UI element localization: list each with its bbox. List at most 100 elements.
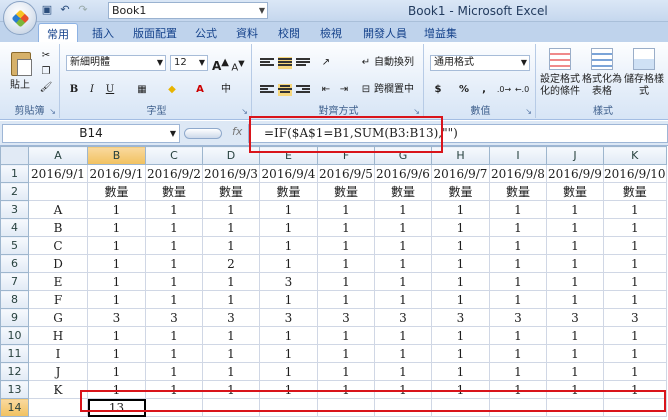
cell-j7[interactable]: 1	[546, 272, 604, 291]
increase-indent-icon[interactable]: ⇥	[336, 82, 352, 98]
cell-c4[interactable]: 1	[145, 218, 203, 237]
tab-view[interactable]: 檢視	[320, 25, 342, 41]
merge-center-button[interactable]: 跨欄置中	[374, 84, 424, 96]
cell-d5[interactable]: 1	[202, 236, 260, 255]
cell-k7[interactable]: 1	[603, 272, 667, 291]
cell-j2[interactable]: 數量	[546, 182, 604, 201]
italic-button[interactable]: I	[84, 82, 100, 98]
column-header-e[interactable]: E	[259, 146, 318, 165]
cell-k14[interactable]	[603, 398, 667, 417]
cell-g5[interactable]: 1	[374, 236, 432, 255]
cell-f2[interactable]: 數量	[317, 182, 375, 201]
cell-f3[interactable]: 1	[317, 200, 375, 219]
cell-i3[interactable]: 1	[489, 200, 547, 219]
row-header-2[interactable]: 2	[0, 182, 29, 201]
cell-b7[interactable]: 1	[87, 272, 146, 291]
cell-i1[interactable]: 2016/9/8	[489, 164, 547, 183]
cell-c6[interactable]: 1	[145, 254, 203, 273]
grow-font-button[interactable]: A▲	[212, 55, 229, 73]
cell-k6[interactable]: 1	[603, 254, 667, 273]
cell-b4[interactable]: 1	[87, 218, 146, 237]
cell-h1[interactable]: 2016/9/7	[431, 164, 490, 183]
cell-k12[interactable]: 1	[603, 362, 667, 381]
column-header-h[interactable]: H	[431, 146, 490, 165]
cell-f8[interactable]: 1	[317, 290, 375, 309]
fill-color-icon[interactable]: ◆	[164, 82, 180, 98]
cell-a7[interactable]: E	[28, 272, 88, 291]
tab-home[interactable]: 常用	[38, 23, 78, 42]
font-size-select[interactable]: 12 ▼	[170, 55, 208, 71]
cell-f12[interactable]: 1	[317, 362, 375, 381]
cell-a3[interactable]: A	[28, 200, 88, 219]
cell-b13[interactable]: 1	[87, 380, 146, 399]
cell-e2[interactable]: 數量	[259, 182, 318, 201]
row-header-5[interactable]: 5	[0, 236, 29, 255]
cell-i6[interactable]: 1	[489, 254, 547, 273]
column-header-k[interactable]: K	[603, 146, 667, 165]
cell-b11[interactable]: 1	[87, 344, 146, 363]
row-header-11[interactable]: 11	[0, 344, 29, 363]
cell-a6[interactable]: D	[28, 254, 88, 273]
row-header-6[interactable]: 6	[0, 254, 29, 273]
cell-j1[interactable]: 2016/9/9	[546, 164, 604, 183]
cell-d4[interactable]: 1	[202, 218, 260, 237]
dialog-launcher-icon[interactable]: ↘	[525, 107, 532, 116]
cell-g2[interactable]: 數量	[374, 182, 432, 201]
paste-button[interactable]: 貼上	[2, 46, 36, 102]
cell-j8[interactable]: 1	[546, 290, 604, 309]
cell-d11[interactable]: 1	[202, 344, 260, 363]
cell-f9[interactable]: 3	[317, 308, 375, 327]
number-format-select[interactable]: 通用格式 ▼	[430, 55, 530, 71]
cell-g14[interactable]	[374, 398, 432, 417]
shrink-font-button[interactable]: A▼	[230, 55, 246, 73]
cell-b9[interactable]: 3	[87, 308, 146, 327]
cell-d2[interactable]: 數量	[202, 182, 260, 201]
cell-d14[interactable]	[202, 398, 260, 417]
cell-k2[interactable]: 數量	[603, 182, 667, 201]
insert-function-button[interactable]: fx	[232, 125, 242, 138]
column-header-d[interactable]: D	[202, 146, 260, 165]
cell-i13[interactable]: 1	[489, 380, 547, 399]
cell-k8[interactable]: 1	[603, 290, 667, 309]
save-icon[interactable]: ▣	[40, 3, 54, 17]
tab-data[interactable]: 資料	[236, 25, 258, 41]
merge-center-icon[interactable]: ⊟	[358, 82, 374, 98]
align-left-icon[interactable]	[260, 84, 274, 96]
cell-e1[interactable]: 2016/9/4	[259, 164, 318, 183]
cell-e9[interactable]: 3	[259, 308, 318, 327]
cell-k11[interactable]: 1	[603, 344, 667, 363]
tab-insert[interactable]: 插入	[92, 25, 114, 41]
align-top-icon[interactable]	[260, 57, 274, 69]
cell-e3[interactable]: 1	[259, 200, 318, 219]
cell-d12[interactable]: 1	[202, 362, 260, 381]
cell-c7[interactable]: 1	[145, 272, 203, 291]
tab-formulas[interactable]: 公式	[195, 25, 217, 41]
cell-b6[interactable]: 1	[87, 254, 146, 273]
cell-e8[interactable]: 1	[259, 290, 318, 309]
cell-d8[interactable]: 1	[202, 290, 260, 309]
conditional-formatting-button[interactable]: 設定格式化的條件	[540, 46, 580, 104]
formula-input[interactable]: =IF($A$1=B1,SUM(B3:B13),"")	[248, 124, 668, 143]
cell-c9[interactable]: 3	[145, 308, 203, 327]
cell-a10[interactable]: H	[28, 326, 88, 345]
cell-a12[interactable]: J	[28, 362, 88, 381]
cell-h14[interactable]	[431, 398, 490, 417]
cell-a1[interactable]: 2016/9/1	[28, 164, 88, 183]
column-header-g[interactable]: G	[374, 146, 432, 165]
cell-f5[interactable]: 1	[317, 236, 375, 255]
cell-a8[interactable]: F	[28, 290, 88, 309]
cell-c1[interactable]: 2016/9/2	[145, 164, 203, 183]
cell-i14[interactable]	[489, 398, 547, 417]
cell-c3[interactable]: 1	[145, 200, 203, 219]
cell-j4[interactable]: 1	[546, 218, 604, 237]
cell-h7[interactable]: 1	[431, 272, 490, 291]
cell-e5[interactable]: 1	[259, 236, 318, 255]
row-header-4[interactable]: 4	[0, 218, 29, 237]
cell-h10[interactable]: 1	[431, 326, 490, 345]
cell-d1[interactable]: 2016/9/3	[202, 164, 260, 183]
cell-g6[interactable]: 1	[374, 254, 432, 273]
cell-g4[interactable]: 1	[374, 218, 432, 237]
cell-c8[interactable]: 1	[145, 290, 203, 309]
cell-j14[interactable]	[546, 398, 604, 417]
underline-button[interactable]: U	[102, 82, 118, 98]
